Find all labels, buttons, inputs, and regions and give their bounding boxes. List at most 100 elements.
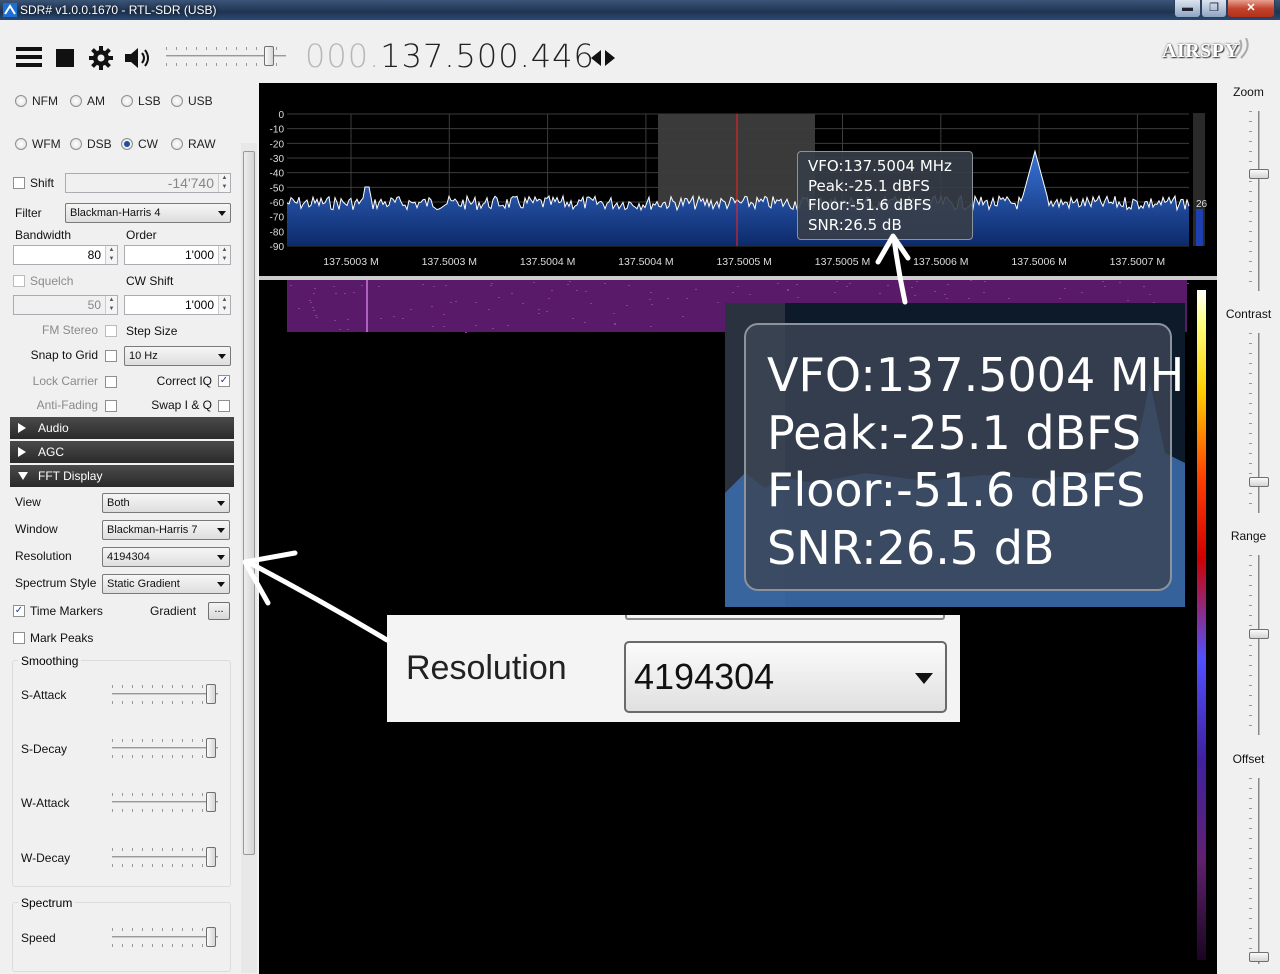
section-agc[interactable]: AGC [10, 441, 234, 463]
toolbar: 000.137.500.446 AIRSPY [0, 20, 1280, 83]
mode-wfm[interactable]: WFM [15, 137, 61, 151]
left-panel-scrollbar[interactable] [241, 143, 257, 973]
section-fft-display[interactable]: FFT Display [10, 465, 234, 487]
radio-lsb[interactable] [121, 95, 133, 107]
correctiq-checkbox[interactable]: ✓ [218, 375, 230, 387]
airspy-logo: AIRSPY [1162, 40, 1240, 62]
gradient-button[interactable]: ... [208, 602, 230, 620]
lockcarrier-checkbox[interactable] [105, 376, 117, 388]
wdecay-slider[interactable] [112, 846, 218, 870]
contrast-slider[interactable] [1247, 333, 1271, 513]
sdecay-slider[interactable] [112, 737, 218, 761]
gear-icon[interactable] [88, 45, 114, 71]
frequency-leading-digits[interactable]: 000. [305, 37, 380, 75]
stop-icon[interactable] [56, 49, 74, 67]
mode-lsb[interactable]: LSB [121, 94, 161, 108]
speed-label: Speed [21, 931, 56, 945]
volume-slider[interactable] [166, 45, 286, 69]
spectrum-tooltip: VFO:137.5004 MHz Peak:-25.1 dBFS Floor:-… [797, 151, 973, 240]
speed-slider[interactable] [112, 926, 218, 950]
timemarkers-checkbox[interactable]: ✓ [13, 605, 25, 617]
cwshift-value: 1'000 [185, 298, 214, 312]
chevron-down-icon [915, 673, 933, 684]
mode-nfm[interactable]: NFM [15, 94, 58, 108]
frequency-digits[interactable]: 137.500.446 [380, 37, 595, 75]
swapiq-checkbox[interactable] [218, 400, 230, 412]
bandwidth-input[interactable]: 80 ▲ ▼ [13, 245, 118, 265]
radio-am[interactable] [70, 95, 82, 107]
y-tick-label: -90 [270, 242, 285, 253]
bandwidth-value: 80 [87, 248, 101, 262]
mode-cw[interactable]: CW [121, 137, 158, 151]
y-tick-label: -20 [270, 139, 285, 150]
maximize-button[interactable]: ❐ [1201, 0, 1227, 18]
snap-checkbox[interactable] [105, 350, 117, 362]
zoom-snr: SNR:26.5 dB [767, 521, 1055, 575]
title-bar[interactable]: SDR# v1.0.0.1670 - RTL-SDR (USB) ▬ ❐ ✕ [0, 0, 1280, 20]
speaker-icon[interactable] [124, 47, 152, 69]
radio-dsb[interactable] [70, 138, 82, 150]
zoomed-resolution-callout: Resolution 4194304 [387, 615, 960, 722]
squelch-input[interactable]: 50 ▲ ▼ [13, 295, 118, 315]
stepsize-label: Step Size [126, 324, 178, 338]
minimize-button[interactable]: ▬ [1174, 0, 1201, 18]
sdr-app-icon [3, 3, 17, 17]
order-spin[interactable]: ▲ ▼ [218, 246, 230, 264]
view-select[interactable]: Both [102, 493, 230, 513]
range-slider[interactable] [1247, 555, 1271, 735]
resolution-select[interactable]: 4194304 [102, 547, 230, 567]
spectrum-title: Spectrum [18, 896, 76, 910]
squelch-checkbox[interactable] [13, 275, 25, 287]
zoom-slider[interactable] [1247, 111, 1271, 291]
section-agc-label: AGC [38, 445, 65, 459]
range-label: Range [1230, 529, 1267, 543]
spectrum-analyzer[interactable]: 0 -10 -20 -30 -40 -50 -60 -70 -80 -90 137.5003 M 13… [259, 83, 1217, 278]
stepsize-select[interactable]: 10 Hz [124, 346, 231, 366]
radio-usb[interactable] [171, 95, 183, 107]
filter-select[interactable]: Blackman-Harris 4 [65, 203, 231, 223]
bandwidth-spin[interactable]: ▲ ▼ [105, 246, 117, 264]
radio-raw[interactable] [171, 138, 183, 150]
spectrum-plot[interactable]: 0 -10 -20 -30 -40 -50 -60 -70 -80 -90 137.5003 M 13… [259, 83, 1217, 278]
scrollbar-thumb[interactable] [243, 151, 255, 855]
order-input[interactable]: 1'000 ▲ ▼ [124, 245, 231, 265]
radio-nfm[interactable] [15, 95, 27, 107]
offset-slider[interactable] [1247, 778, 1271, 964]
tune-arrows-icon[interactable] [590, 49, 616, 67]
spectrum-style-select[interactable]: Static Gradient [102, 574, 230, 594]
markpeaks-label: Mark Peaks [30, 631, 94, 645]
wdecay-label: W-Decay [21, 851, 71, 865]
close-button[interactable]: ✕ [1227, 0, 1275, 18]
shift-spin[interactable]: ▲ ▼ [218, 174, 230, 192]
mode-am[interactable]: AM [70, 94, 105, 108]
cwshift-spin[interactable]: ▲ ▼ [218, 296, 230, 314]
shift-input[interactable]: -14'740 ▲ ▼ [65, 173, 231, 193]
mode-usb[interactable]: USB [171, 94, 213, 108]
filter-value: Blackman-Harris 4 [70, 207, 161, 219]
zoom-combo-stub [625, 615, 945, 620]
markpeaks-checkbox[interactable] [13, 632, 25, 644]
fmstereo-checkbox[interactable] [105, 325, 117, 337]
zoom-resolution-value: 4194304 [634, 656, 775, 697]
mode-am-label: AM [87, 94, 105, 108]
chevron-down-icon [217, 501, 225, 506]
frequency-display[interactable]: 000.137.500.446 [305, 37, 595, 75]
squelch-spin[interactable]: ▲ ▼ [105, 296, 117, 314]
x-tick-label: 137.5004 M [520, 256, 575, 268]
shift-checkbox[interactable] [13, 177, 25, 189]
sattack-slider[interactable] [112, 683, 218, 707]
section-audio[interactable]: Audio [10, 417, 234, 439]
menu-icon[interactable] [16, 46, 42, 68]
window-select[interactable]: Blackman-Harris 7 [102, 520, 230, 540]
mode-raw[interactable]: RAW [171, 137, 216, 151]
radio-wfm[interactable] [15, 138, 27, 150]
window-title: SDR# v1.0.0.1670 - RTL-SDR (USB) [20, 3, 217, 17]
wattack-slider[interactable] [112, 791, 218, 815]
mode-dsb[interactable]: DSB [70, 137, 112, 151]
zoom-resolution-label: Resolution [406, 649, 567, 687]
cwshift-input[interactable]: 1'000 ▲ ▼ [124, 295, 231, 315]
zoom-vfo: VFO:137.5004 MHz [767, 348, 1185, 402]
radio-cw[interactable] [121, 138, 133, 150]
x-tick-label: 137.5003 M [422, 256, 477, 268]
antifading-checkbox[interactable] [105, 400, 117, 412]
